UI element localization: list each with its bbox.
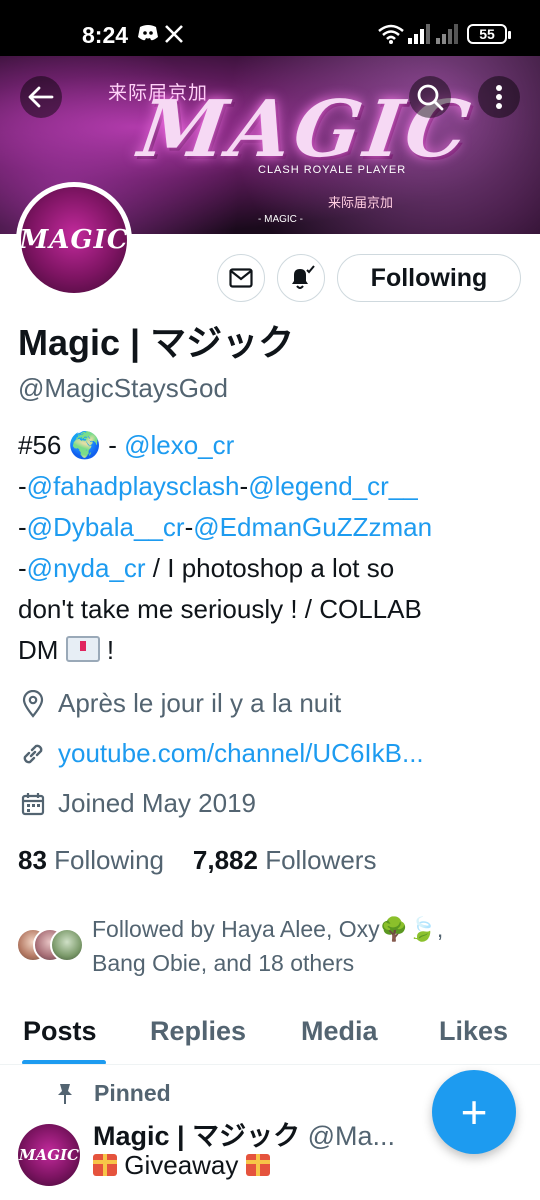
- following-button[interactable]: Following: [337, 254, 521, 302]
- pinned-label: Pinned: [94, 1080, 171, 1106]
- post-author[interactable]: Magic | マジック @Ma...: [93, 1114, 395, 1153]
- tab-replies[interactable]: Replies: [150, 1016, 246, 1047]
- avatar-text: MAGIC: [19, 225, 129, 255]
- joined-text: Joined May 2019: [58, 788, 257, 818]
- profile-bio: #56 🌍 - @lexo_cr -@fahadplaysclash-@lege…: [18, 425, 523, 671]
- divider: [0, 1064, 540, 1065]
- following-stat[interactable]: 83 Following: [18, 845, 164, 875]
- mention-link[interactable]: @legend_cr__: [248, 471, 418, 501]
- signal-icon: [408, 24, 430, 49]
- bio-text: don't take me seriously ! / COLLAB: [18, 594, 422, 624]
- mention-link[interactable]: @nyda_cr: [27, 553, 146, 583]
- gift-icon: [245, 1154, 270, 1176]
- profile-tabs: Posts Replies Media Likes: [0, 1010, 540, 1066]
- bio-text: !: [99, 635, 115, 665]
- bio-dash: -: [18, 471, 27, 501]
- tab-posts[interactable]: Posts: [23, 1016, 97, 1047]
- bio-dash: -: [239, 471, 249, 501]
- signal-2-icon: [436, 24, 458, 49]
- bio-prefix: #56 🌍 -: [18, 430, 125, 460]
- profile-name: Magic | マジック: [18, 322, 295, 363]
- followers-label: Followers: [265, 845, 377, 875]
- followed-by-line2: Bang Obie, and 18 others: [92, 950, 355, 976]
- message-button[interactable]: [217, 254, 265, 302]
- search-icon: [417, 84, 444, 111]
- calendar-icon: [21, 792, 45, 815]
- mention-link[interactable]: @EdmanGuZZzman: [193, 512, 432, 542]
- website-link[interactable]: youtube.com/channel/UC6IkB...: [58, 738, 424, 769]
- status-time: 8:24: [82, 22, 129, 48]
- back-button[interactable]: [20, 76, 62, 118]
- post-author-name: Magic | マジック: [93, 1121, 301, 1151]
- pinned-indicator: Pinned: [56, 1080, 171, 1107]
- incoming-envelope-icon: [65, 636, 100, 662]
- mention-link[interactable]: @Dybala__cr: [27, 512, 185, 542]
- plus-icon: +: [460, 1086, 488, 1138]
- following-count: 83: [18, 845, 47, 875]
- mail-icon: [229, 268, 253, 288]
- followed-by-avatars[interactable]: [16, 928, 86, 962]
- post-author-avatar[interactable]: MAGIC: [18, 1124, 80, 1186]
- x-logo-icon: [164, 24, 184, 49]
- more-vertical-icon: [496, 85, 502, 109]
- wifi-icon: [378, 24, 404, 49]
- profile-avatar[interactable]: MAGIC: [16, 182, 132, 298]
- banner-subtitle: CLASH ROYALE PLAYER: [258, 164, 407, 176]
- compose-button[interactable]: +: [432, 1070, 516, 1154]
- avatar: [50, 928, 84, 962]
- followers-stat[interactable]: 7,882 Followers: [193, 845, 377, 875]
- bio-text: DM: [18, 635, 66, 665]
- bio-dash: -: [184, 512, 194, 542]
- post-text[interactable]: Giveaway: [93, 1150, 270, 1181]
- profile-handle: @MagicStaysGod: [18, 373, 228, 403]
- followers-count: 7,882: [192, 845, 258, 875]
- more-options-button[interactable]: [478, 76, 520, 118]
- mention-link[interactable]: @fahadplaysclash: [27, 471, 240, 501]
- bio-dash: -: [18, 553, 27, 583]
- notifications-button[interactable]: [277, 254, 325, 302]
- following-label: Following: [54, 845, 164, 875]
- post-text-content: Giveaway: [124, 1150, 239, 1180]
- bio-text: / I photoshop a lot so: [145, 553, 395, 583]
- website-row[interactable]: youtube.com/channel/UC6IkB...: [18, 738, 424, 769]
- post-author-handle: @Ma...: [307, 1121, 396, 1151]
- bio-dash: -: [18, 512, 27, 542]
- location-row: Après le jour il y a la nuit: [18, 688, 341, 719]
- joined-row: Joined May 2019: [18, 788, 256, 819]
- discord-icon: [137, 24, 159, 47]
- followed-by-line1: Followed by Haya Alee, Oxy🌳🍃,: [92, 916, 444, 942]
- tab-likes[interactable]: Likes: [439, 1016, 508, 1047]
- follow-stats: 83 Following 7,882 Followers: [18, 845, 376, 876]
- location-text: Après le jour il y a la nuit: [58, 688, 342, 718]
- avatar-text: MAGIC: [18, 1146, 79, 1164]
- search-button[interactable]: [409, 76, 451, 118]
- tab-media[interactable]: Media: [301, 1016, 378, 1047]
- location-pin-icon: [22, 689, 44, 718]
- link-icon: [23, 744, 43, 763]
- back-arrow-icon: [28, 86, 54, 108]
- avatar-image: MAGIC: [19, 187, 129, 293]
- followed-by-text[interactable]: Followed by Haya Alee, Oxy🌳🍃, Bang Obie,…: [92, 912, 512, 980]
- bell-check-icon: [292, 265, 315, 289]
- pin-icon: [58, 1083, 72, 1104]
- banner-chinese-bottom: 来际届京加: [328, 195, 394, 210]
- mention-link[interactable]: @lexo_cr: [124, 430, 234, 460]
- banner-tag: - MAGIC -: [258, 214, 303, 225]
- battery-indicator: 55: [467, 24, 511, 44]
- gift-icon: [93, 1154, 117, 1176]
